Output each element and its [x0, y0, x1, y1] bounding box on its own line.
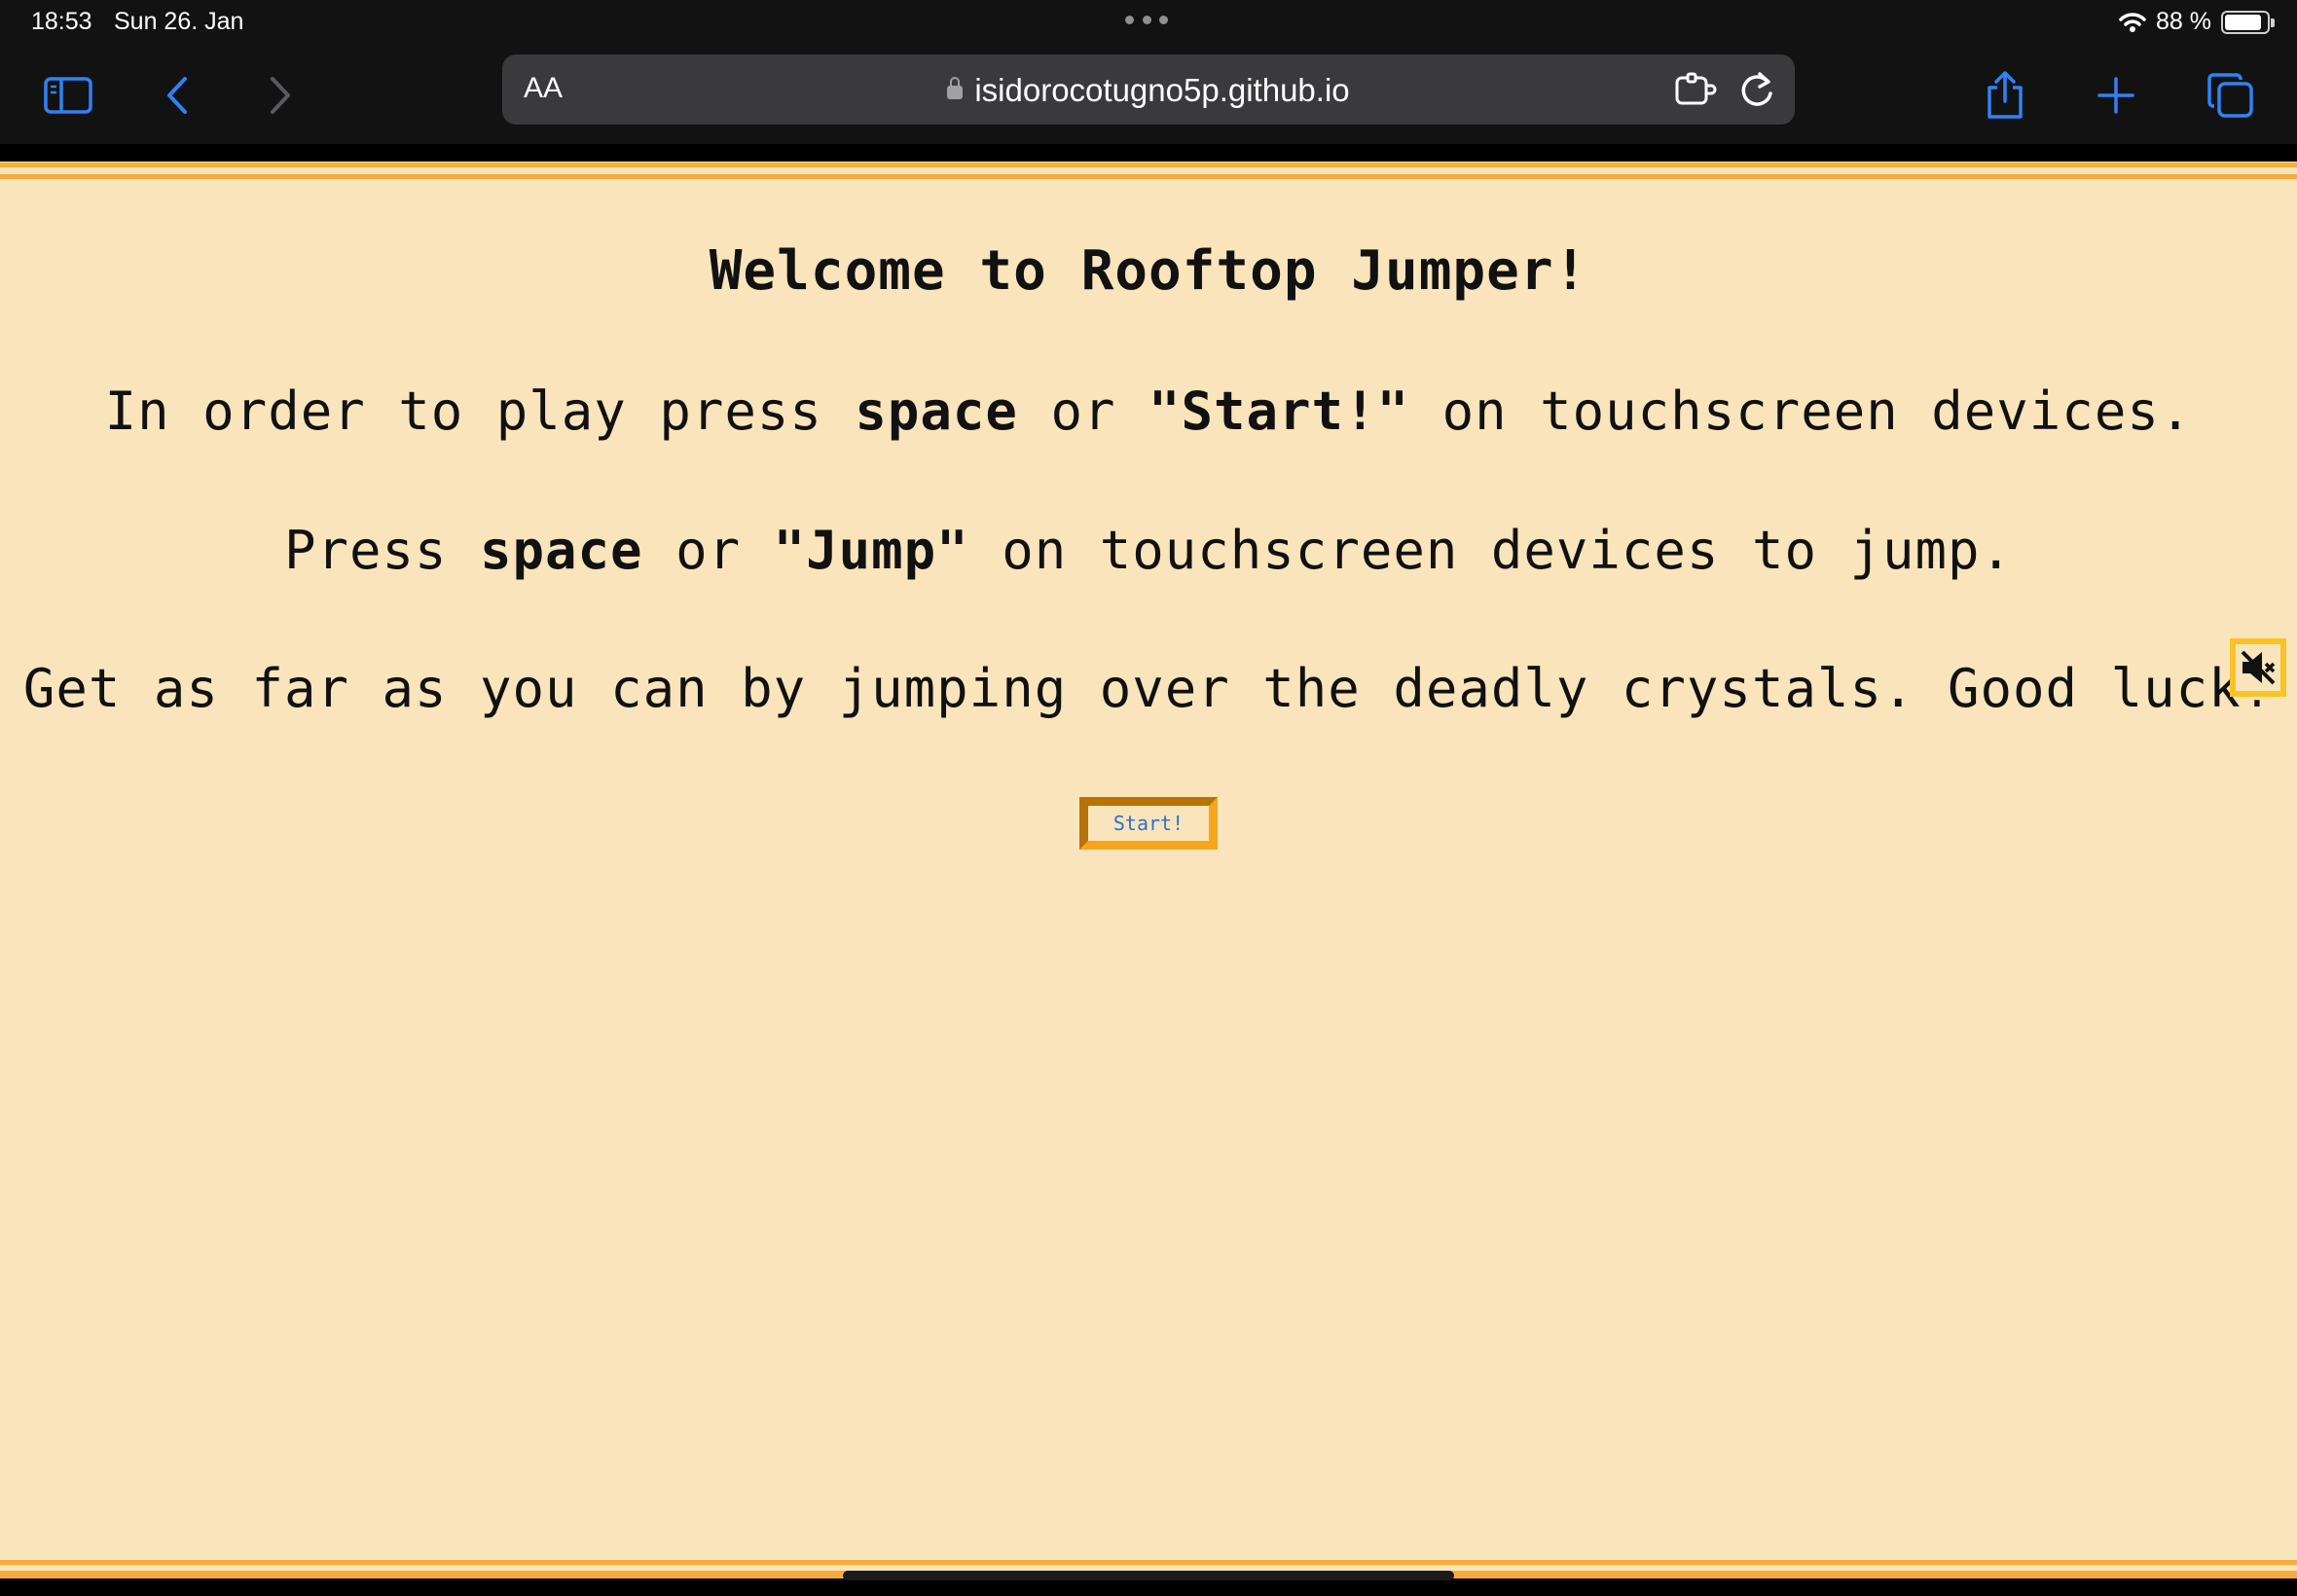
- tabs-icon[interactable]: [2200, 64, 2262, 127]
- browser-toolbar: AA isidorocotugno5p.github.io: [0, 47, 2297, 144]
- page-top-strip: [0, 144, 2297, 162]
- url-display[interactable]: isidorocotugno5p.github.io: [502, 72, 1795, 109]
- instruction-start: In order to play press space or "Start!"…: [104, 381, 2193, 442]
- multitasking-dots-icon[interactable]: [1125, 16, 1168, 25]
- reload-icon[interactable]: [1738, 70, 1775, 113]
- top-border-line-2: [0, 174, 2297, 179]
- game-title: Welcome to Rooftop Jumper!: [709, 239, 1588, 303]
- back-icon[interactable]: [146, 64, 208, 127]
- status-bar: 18:53 Sun 26. Jan 88 %: [0, 0, 2297, 47]
- status-indicators: 88 %: [2119, 8, 2275, 36]
- lock-icon: [947, 77, 964, 99]
- battery-percentage: 88 %: [2156, 8, 2211, 35]
- instruction-jump: Press space or "Jump" on touchscreen dev…: [283, 520, 2014, 581]
- sidebar-icon[interactable]: [37, 64, 99, 127]
- top-border-line: [0, 163, 2297, 167]
- bottom-border-line: [0, 1560, 2297, 1565]
- start-button[interactable]: Start!: [1079, 797, 1218, 850]
- home-indicator[interactable]: [843, 1571, 1454, 1580]
- bottom-bar: [0, 1578, 2297, 1596]
- url-text: isidorocotugno5p.github.io: [974, 72, 1350, 108]
- new-tab-icon[interactable]: [2085, 64, 2147, 127]
- speaker-muted-icon: [2241, 650, 2276, 685]
- battery-icon: [2221, 10, 2275, 34]
- share-icon[interactable]: [1974, 64, 2036, 127]
- forward-icon[interactable]: [249, 64, 311, 127]
- instruction-goal: Get as far as you can by jumping over th…: [22, 658, 2275, 719]
- address-bar[interactable]: AA isidorocotugno5p.github.io: [502, 54, 1795, 125]
- status-date: Sun 26. Jan: [114, 8, 244, 35]
- status-time: 18:53: [31, 8, 92, 35]
- extension-icon[interactable]: [1674, 72, 1717, 111]
- mute-button[interactable]: [2230, 638, 2286, 697]
- wifi-icon: [2119, 12, 2146, 32]
- game-page: Welcome to Rooftop Jumper! In order to p…: [0, 144, 2297, 1578]
